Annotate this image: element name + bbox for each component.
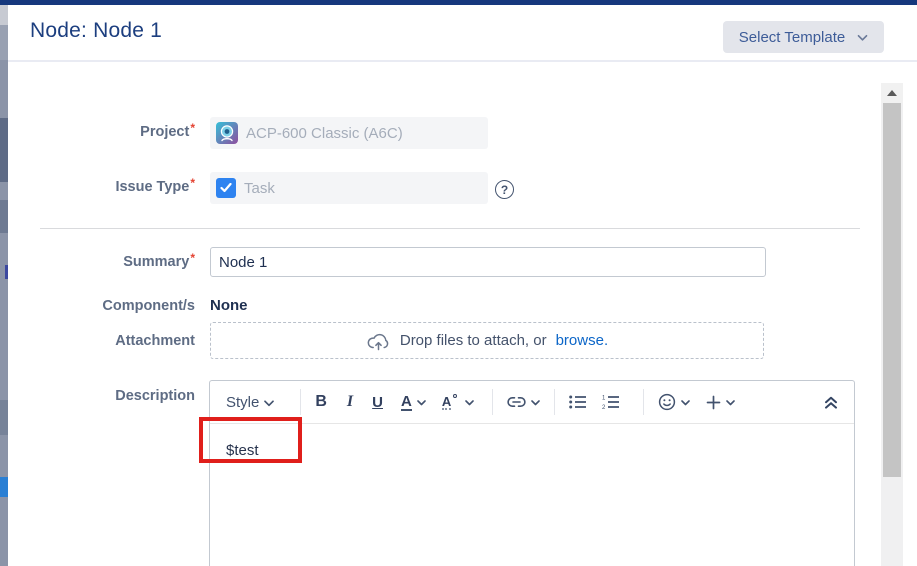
description-editor: Style B I U A A: [209, 380, 855, 566]
chevron-down-icon: [264, 400, 274, 407]
format-glyph: A: [442, 395, 451, 410]
create-issue-dialog: Node: Node 1 Select Template Project* AC…: [8, 5, 917, 566]
required-asterisk: *: [190, 121, 195, 135]
chevron-down-icon: [531, 400, 540, 406]
numbered-list-button[interactable]: 12: [599, 393, 623, 411]
chevron-down-icon: [726, 400, 735, 406]
description-content[interactable]: $test: [210, 424, 854, 566]
summary-label-text: Summary: [123, 254, 189, 270]
help-glyph: ?: [501, 183, 508, 197]
components-label: Component/s: [8, 298, 195, 314]
issue-type-label-text: Issue Type: [115, 179, 189, 195]
insert-button[interactable]: [703, 393, 738, 412]
bullet-list-button[interactable]: [566, 393, 590, 411]
toolbar-separator: [300, 389, 301, 415]
bold-button[interactable]: B: [312, 391, 330, 413]
issue-type-field[interactable]: Task: [210, 172, 488, 204]
chevron-down-icon: [465, 400, 474, 406]
description-label-text: Description: [115, 388, 195, 404]
triangle-up-icon: [887, 90, 897, 96]
style-label: Style: [226, 394, 259, 411]
svg-text:1: 1: [602, 396, 606, 402]
dialog-header: Node: Node 1 Select Template: [8, 5, 917, 62]
link-button[interactable]: [504, 394, 543, 410]
svg-text:2: 2: [602, 405, 606, 409]
upload-cloud-icon: [366, 330, 391, 352]
text-color-glyph: A: [401, 394, 412, 411]
text-color-button[interactable]: A: [398, 392, 429, 413]
degree-dot-icon: [453, 394, 457, 398]
chevron-down-icon: [857, 34, 868, 42]
project-label: Project*: [8, 124, 195, 140]
numbered-list-icon: 12: [602, 395, 620, 409]
italic-button[interactable]: I: [344, 391, 356, 413]
components-value: None: [210, 297, 248, 314]
plus-icon: [706, 395, 721, 410]
attachment-label: Attachment: [8, 333, 195, 349]
scrollbar-thumb[interactable]: [883, 103, 901, 477]
components-label-text: Component/s: [102, 298, 195, 314]
emoji-icon: [658, 393, 676, 411]
collapse-toolbar-button[interactable]: [821, 394, 841, 411]
link-icon: [507, 396, 526, 408]
summary-label: Summary*: [8, 254, 195, 270]
annotation-red-box: [199, 417, 302, 463]
screen: Node: Node 1 Select Template Project* AC…: [0, 0, 917, 566]
text-format-button[interactable]: A: [439, 393, 477, 412]
bullet-list-icon: [569, 395, 587, 409]
browse-link[interactable]: browse.: [556, 332, 609, 349]
attachment-label-text: Attachment: [115, 333, 195, 349]
dialog-title: Node: Node 1: [30, 19, 162, 43]
description-label: Description: [8, 388, 195, 404]
help-icon[interactable]: ?: [495, 180, 514, 199]
scrollbar-up-button[interactable]: [881, 83, 903, 103]
attachment-dropzone[interactable]: Drop files to attach, or browse.: [210, 322, 764, 359]
project-label-text: Project: [140, 124, 189, 140]
required-asterisk: *: [190, 251, 195, 265]
project-value: ACP-600 Classic (A6C): [246, 125, 403, 142]
toolbar-separator: [643, 389, 644, 415]
collapse-up-icon: [824, 396, 838, 409]
underline-button[interactable]: U: [369, 392, 386, 413]
chevron-down-icon: [681, 400, 690, 406]
toolbar-separator: [492, 389, 493, 415]
background-page-sliver: [0, 5, 8, 566]
style-dropdown[interactable]: Style: [223, 392, 277, 413]
project-avatar-icon: [216, 122, 238, 144]
section-divider: [40, 228, 860, 229]
project-field[interactable]: ACP-600 Classic (A6C): [210, 117, 488, 149]
select-template-button[interactable]: Select Template: [723, 21, 884, 53]
emoji-button[interactable]: [655, 391, 693, 413]
editor-toolbar: Style B I U A A: [210, 381, 854, 424]
issue-type-label: Issue Type*: [8, 179, 195, 195]
issue-type-value: Task: [244, 180, 275, 197]
summary-input[interactable]: [210, 247, 766, 277]
task-type-icon: [216, 178, 236, 198]
dropzone-text: Drop files to attach, or: [400, 332, 547, 349]
select-template-label: Select Template: [739, 29, 845, 46]
toolbar-separator: [554, 389, 555, 415]
chevron-down-icon: [417, 400, 426, 406]
required-asterisk: *: [190, 176, 195, 190]
